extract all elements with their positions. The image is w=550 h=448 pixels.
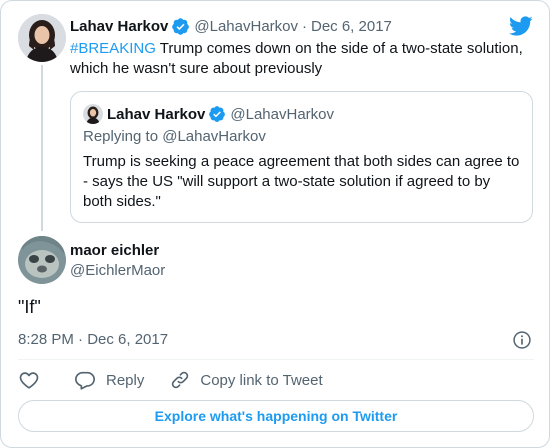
quoted-author-handle: @LahavHarkov [230, 105, 334, 123]
reply-button[interactable]: Reply [74, 369, 144, 391]
link-icon [170, 370, 200, 390]
twitter-bird-icon[interactable] [508, 15, 533, 37]
parent-tweet-date[interactable]: Dec 6, 2017 [311, 18, 392, 35]
explore-twitter-button[interactable]: Explore what's happening on Twitter [18, 400, 534, 432]
parent-author-handle[interactable]: @LahavHarkov [194, 18, 298, 35]
parent-author-avatar[interactable] [18, 14, 66, 62]
main-author-handle[interactable]: @EichlerMaor [70, 262, 165, 279]
main-tweet-text: "If" [18, 297, 41, 317]
actions-divider [18, 359, 534, 360]
verified-badge-icon [208, 105, 226, 123]
embedded-tweet-card: Lahav Harkov @LahavHarkov · Dec 6, 2017 … [0, 0, 550, 448]
main-author-avatar[interactable] [18, 236, 66, 284]
speech-bubble-icon [74, 369, 106, 391]
tweet-actions: Reply Copy link to Tweet [18, 369, 323, 391]
tweet-timestamp[interactable]: 8:28 PM · Dec 6, 2017 [18, 331, 168, 348]
info-icon[interactable] [512, 330, 532, 350]
heart-icon [18, 369, 40, 391]
verified-badge-icon [171, 17, 190, 36]
parent-tweet-header: Lahav Harkov @LahavHarkov · Dec 6, 2017 [70, 16, 392, 36]
thread-connector-line [41, 65, 43, 231]
quoted-tweet-header: Lahav Harkov @LahavHarkov [107, 104, 334, 124]
parent-tweet-text: #BREAKING Trump comes down on the side o… [70, 39, 536, 79]
parent-author-name[interactable]: Lahav Harkov [70, 18, 168, 35]
quoted-tweet-text: Trump is seeking a peace agreement that … [83, 153, 520, 210]
main-author-name[interactable]: maor eichler [70, 242, 159, 259]
quoted-author-avatar [83, 104, 103, 124]
replying-to-label: Replying to @LahavHarkov [83, 128, 266, 145]
quoted-author-name: Lahav Harkov [107, 105, 206, 123]
quoted-tweet[interactable]: Lahav Harkov @LahavHarkov Replying to @L… [70, 91, 533, 223]
reply-label: Reply [106, 371, 145, 389]
copy-link-button[interactable]: Copy link to Tweet [170, 370, 323, 390]
header-separator: · [302, 17, 307, 35]
hashtag-link[interactable]: #BREAKING [70, 40, 156, 57]
copy-link-label: Copy link to Tweet [200, 371, 323, 389]
like-button[interactable] [18, 369, 40, 391]
